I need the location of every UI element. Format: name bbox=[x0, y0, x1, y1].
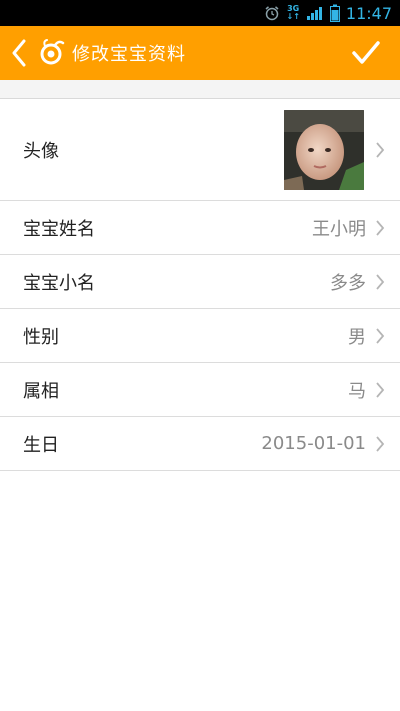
chevron-right-icon bbox=[374, 381, 386, 399]
baby-name-label: 宝宝姓名 bbox=[23, 218, 95, 240]
chevron-right-icon bbox=[374, 141, 386, 159]
avatar-row[interactable]: 头像 bbox=[0, 99, 400, 201]
zodiac-row[interactable]: 属相 马 bbox=[0, 363, 400, 417]
app-logo-icon bbox=[36, 38, 66, 68]
chevron-right-icon bbox=[374, 219, 386, 237]
network-type-icon: 3G ↓↑ bbox=[286, 4, 300, 21]
status-bar: 3G ↓↑ 11:47 bbox=[0, 0, 400, 26]
section-gap bbox=[0, 80, 400, 99]
save-button[interactable] bbox=[346, 26, 386, 80]
baby-nickname-value: 多多 bbox=[330, 272, 366, 294]
birthday-row[interactable]: 生日 2015-01-01 bbox=[0, 417, 400, 471]
signal-icon bbox=[306, 5, 324, 21]
gender-label: 性别 bbox=[23, 326, 59, 348]
avatar bbox=[284, 109, 364, 190]
checkmark-icon bbox=[352, 41, 380, 64]
baby-nickname-row[interactable]: 宝宝小名 多多 bbox=[0, 255, 400, 309]
baby-name-row[interactable]: 宝宝姓名 王小明 bbox=[0, 201, 400, 255]
gender-value: 男 bbox=[348, 326, 366, 348]
birthday-label: 生日 bbox=[23, 434, 59, 456]
chevron-right-icon bbox=[374, 273, 386, 291]
chevron-left-icon bbox=[12, 39, 26, 67]
zodiac-value: 马 bbox=[348, 380, 366, 402]
battery-icon bbox=[329, 4, 340, 22]
zodiac-label: 属相 bbox=[23, 380, 59, 402]
avatar-label: 头像 bbox=[23, 140, 59, 162]
birthday-value: 2015-01-01 bbox=[261, 433, 366, 454]
title-bar: 修改宝宝资料 bbox=[0, 26, 400, 80]
chevron-right-icon bbox=[374, 435, 386, 453]
alarm-icon bbox=[264, 5, 280, 21]
back-button[interactable] bbox=[4, 26, 34, 80]
baby-nickname-label: 宝宝小名 bbox=[23, 272, 95, 294]
gender-row[interactable]: 性别 男 bbox=[0, 309, 400, 363]
chevron-right-icon bbox=[374, 327, 386, 345]
clock: 11:47 bbox=[345, 3, 392, 23]
baby-name-value: 王小明 bbox=[312, 218, 366, 240]
page-title: 修改宝宝资料 bbox=[72, 44, 186, 65]
